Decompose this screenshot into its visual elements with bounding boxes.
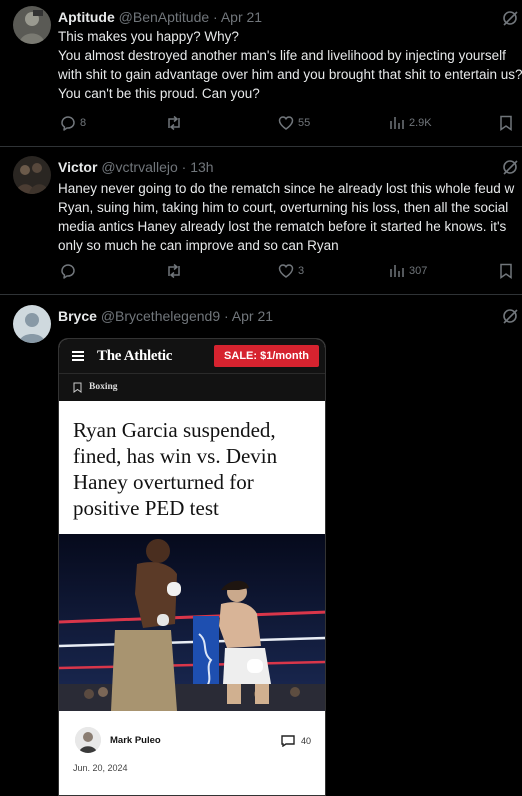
like-button[interactable]: 3 xyxy=(278,263,304,279)
avatar[interactable] xyxy=(13,305,51,343)
author-name: Mark Puleo xyxy=(110,735,161,746)
post-actions: 3 307 xyxy=(58,263,522,283)
byline: Mark Puleo Jun. 20, 2024 40 xyxy=(59,721,325,781)
brand-logo: The Athletic xyxy=(97,348,173,364)
post-actions: 8 55 2.9K xyxy=(58,115,522,135)
post-header: Bryce @Brycethelegend9 · Apr 21 xyxy=(58,308,273,324)
bookmark-button[interactable] xyxy=(499,263,513,279)
repost-button[interactable] xyxy=(165,263,187,279)
post-aptitude[interactable]: Aptitude @BenAptitude · Apr 21 This make… xyxy=(0,0,522,146)
views-count: 2.9K xyxy=(409,117,432,129)
reply-button[interactable]: 8 xyxy=(60,115,86,131)
repost-button[interactable] xyxy=(165,115,187,131)
handle[interactable]: @vctrvallejo xyxy=(101,159,177,175)
bookmark-button[interactable] xyxy=(499,115,513,131)
display-name[interactable]: Bryce xyxy=(58,308,97,324)
tag-icon xyxy=(73,382,82,393)
like-icon xyxy=(278,116,294,130)
like-button[interactable]: 55 xyxy=(278,115,310,131)
handle[interactable]: @Brycethelegend9 xyxy=(101,308,220,324)
bookmark-icon xyxy=(500,263,512,279)
section-label: Boxing xyxy=(89,382,118,392)
attached-image[interactable]: The Athletic SALE: $1/month Boxing Ryan … xyxy=(58,338,326,796)
like-count: 55 xyxy=(298,117,311,129)
views-icon xyxy=(390,117,404,129)
grok-icon[interactable] xyxy=(502,10,518,26)
handle[interactable]: @BenAptitude xyxy=(119,9,210,25)
section-bar: Boxing xyxy=(59,373,325,401)
reply-count: 8 xyxy=(80,117,87,129)
post-header: Victor @vctrvallejo · 13h xyxy=(58,159,214,175)
reply-icon xyxy=(61,116,75,131)
post-text: Haney never going to do the rematch sinc… xyxy=(58,181,515,253)
reply-button[interactable] xyxy=(60,263,80,279)
bookmark-icon xyxy=(500,115,512,131)
post-text: This makes you happy? Why? You almost de… xyxy=(58,29,522,101)
author-avatar xyxy=(75,727,101,753)
athletic-header: The Athletic SALE: $1/month xyxy=(59,339,325,373)
like-count: 3 xyxy=(298,265,305,277)
timestamp[interactable]: · Apr 21 xyxy=(224,308,273,324)
repost-icon xyxy=(168,263,180,279)
grok-icon[interactable] xyxy=(502,159,518,175)
like-icon xyxy=(278,264,294,278)
views-button[interactable]: 2.9K xyxy=(389,115,432,131)
menu-icon xyxy=(72,351,84,361)
display-name[interactable]: Victor xyxy=(58,159,97,175)
repost-icon xyxy=(168,115,180,131)
reply-icon xyxy=(61,264,75,279)
avatar[interactable] xyxy=(13,6,51,44)
avatar[interactable] xyxy=(13,156,51,194)
comment-count: 40 xyxy=(281,735,311,747)
views-icon xyxy=(390,265,404,277)
timestamp[interactable]: · 13h xyxy=(182,159,214,175)
post-header: Aptitude @BenAptitude · Apr 21 xyxy=(58,9,262,25)
publish-date: Jun. 20, 2024 xyxy=(73,763,128,773)
display-name[interactable]: Aptitude xyxy=(58,9,115,25)
views-button[interactable]: 307 xyxy=(389,263,427,279)
comment-count-value: 40 xyxy=(301,736,312,746)
views-count: 307 xyxy=(409,265,428,277)
sale-badge: SALE: $1/month xyxy=(214,345,319,367)
grok-icon[interactable] xyxy=(502,308,518,324)
comment-icon xyxy=(281,735,295,747)
article-photo xyxy=(59,534,325,711)
article-headline: Ryan Garcia suspended, fined, has win vs… xyxy=(73,418,278,520)
post-victor[interactable]: Victor @vctrvallejo · 13h Haney never go… xyxy=(0,147,522,294)
timestamp[interactable]: · Apr 21 xyxy=(213,9,262,25)
